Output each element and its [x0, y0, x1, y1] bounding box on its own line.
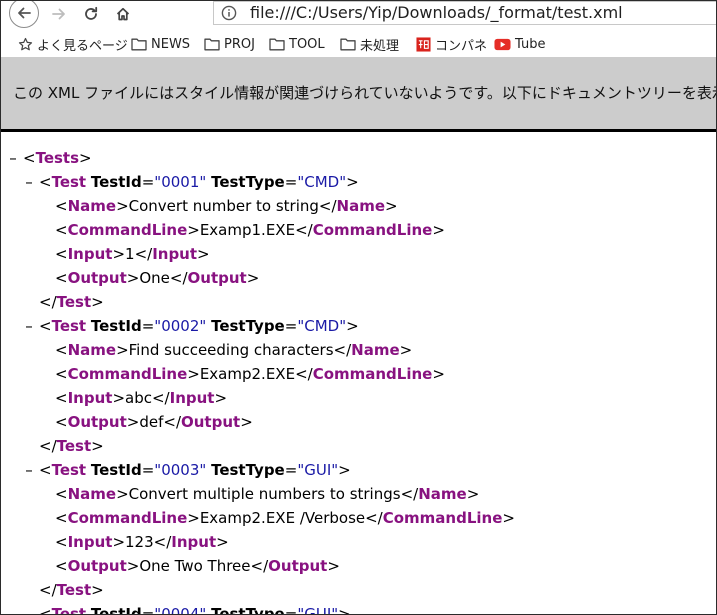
xml-input-element: <Input>abc</Input> [55, 389, 228, 407]
folder-icon [269, 38, 285, 51]
bookmark-label: よく見るページ [37, 38, 128, 54]
bookmark-label: 未処理 [360, 38, 400, 54]
bookmark-youtube[interactable]: Tube [494, 34, 545, 54]
banner-text: この XML ファイルにはスタイル情報が関連づけられていないようです。以下にドキ… [13, 84, 717, 102]
xml-style-info-banner: この XML ファイルにはスタイル情報が関連づけられていないようです。以下にドキ… [0, 57, 717, 129]
home-icon [116, 7, 130, 21]
banner-divider [0, 129, 717, 132]
forward-button[interactable] [46, 1, 72, 27]
bookmarks-bar: よく見るページ NEWS PROJ TOOL 未処理 コンパネ Tube [0, 30, 717, 57]
bookmark-folder-news[interactable]: NEWS [131, 34, 190, 54]
xml-input-element: <Input>123</Input> [55, 533, 229, 551]
arrow-left-icon [18, 7, 31, 19]
xml-test-close: </Test> [39, 437, 104, 455]
xml-commandline-element: <CommandLine>Examp1.EXE</CommandLine> [55, 221, 445, 239]
address-bar[interactable]: file:///C:/Users/Yip/Downloads/_format/t… [213, 1, 717, 25]
browser-toolbar: file:///C:/Users/Yip/Downloads/_format/t… [0, 0, 717, 28]
folder-icon [340, 38, 356, 51]
bookmark-control-panel[interactable]: コンパネ [416, 34, 487, 54]
collapse-toggle[interactable]: – [8, 146, 18, 170]
xml-name-element: <Name>Find succeeding characters</Name> [55, 341, 413, 359]
collapse-toggle[interactable]: – [24, 170, 34, 194]
bookmark-label: Tube [515, 36, 546, 52]
reload-button[interactable] [78, 1, 104, 27]
info-icon[interactable] [221, 5, 237, 21]
collapse-toggle[interactable]: – [24, 458, 34, 482]
url-text[interactable]: file:///C:/Users/Yip/Downloads/_format/t… [250, 2, 623, 24]
reload-icon [85, 6, 98, 20]
arrow-right-icon [52, 8, 65, 20]
home-button[interactable] [110, 1, 136, 27]
bookmark-label: コンパネ [435, 38, 488, 54]
bookmark-label: NEWS [151, 36, 191, 52]
back-button[interactable] [9, 0, 39, 28]
bookmark-label: PROJ [224, 36, 255, 52]
bookmark-label: TOOL [289, 36, 325, 52]
xml-output-element: <Output>One Two Three</Output> [55, 557, 340, 575]
collapse-toggle[interactable]: – [24, 314, 34, 338]
xml-name-element: <Name>Convert multiple numbers to string… [55, 485, 480, 503]
bookmark-folder-unprocessed[interactable]: 未処理 [340, 34, 399, 54]
bookmark-folder-tool[interactable]: TOOL [269, 34, 325, 54]
bookmark-frequent-pages[interactable]: よく見るページ [18, 34, 128, 54]
xml-output-element: <Output>One</Output> [55, 269, 260, 287]
bookmark-folder-proj[interactable]: PROJ [204, 34, 255, 54]
youtube-icon [494, 38, 511, 50]
folder-icon [204, 38, 220, 51]
xml-input-element: <Input>1</Input> [55, 245, 210, 263]
xml-output-element: <Output>def</Output> [55, 413, 253, 431]
folder-icon [131, 38, 147, 51]
xml-test-close: </Test> [39, 581, 104, 599]
favicon-ko-icon [416, 36, 431, 52]
star-icon [18, 37, 33, 50]
xml-document-tree: – <Tests> – <Test TestId="0001" TestType… [0, 146, 717, 615]
xml-name-element: <Name>Convert number to string</Name> [55, 197, 398, 215]
xml-commandline-element: <CommandLine>Examp2.EXE</CommandLine> [55, 365, 445, 383]
xml-commandline-element: <CommandLine>Examp2.EXE /Verbose</Comman… [55, 509, 515, 527]
collapse-toggle[interactable]: – [24, 602, 34, 615]
xml-test-close: </Test> [39, 293, 104, 311]
